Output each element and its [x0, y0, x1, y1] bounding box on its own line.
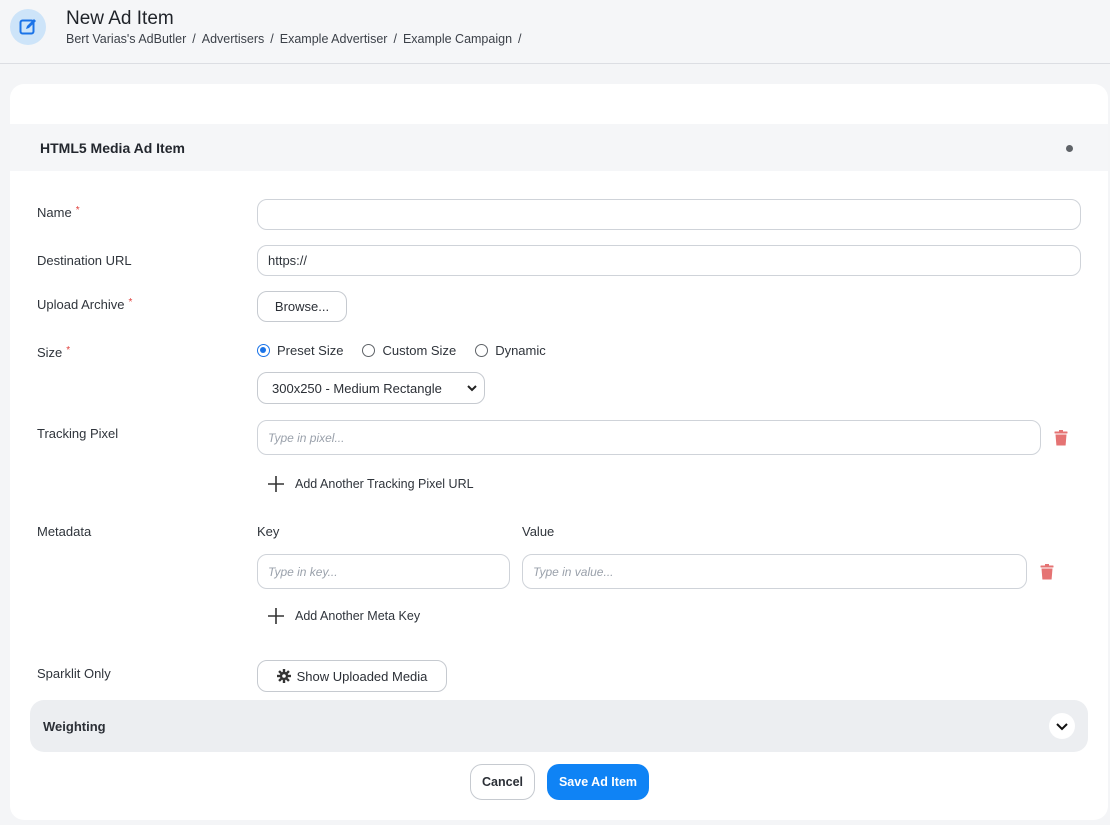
browse-button[interactable]: Browse... — [257, 291, 347, 322]
required-marker: * — [66, 345, 71, 356]
upload-archive-label: Upload Archive * — [37, 297, 133, 312]
radio-dynamic[interactable]: Dynamic — [475, 343, 546, 358]
radio-preset-size[interactable]: Preset Size — [257, 343, 343, 358]
preset-size-value: 300x250 - Medium Rectangle — [272, 380, 442, 396]
edit-icon — [10, 9, 46, 45]
required-marker: * — [75, 205, 80, 216]
metadata-label: Metadata — [37, 524, 92, 539]
plus-icon — [268, 608, 284, 624]
sparklit-only-label: Sparklit Only — [37, 666, 111, 681]
show-uploaded-media-button[interactable]: Show Uploaded Media — [257, 660, 447, 692]
breadcrumb-separator: / — [192, 32, 196, 46]
metadata-key-input[interactable] — [257, 554, 510, 589]
gear-icon — [276, 669, 291, 683]
size-radio-group: Preset Size Custom Size Dynamic — [257, 343, 565, 358]
breadcrumb-item-account[interactable]: Bert Varias's AdButler — [66, 32, 186, 46]
plus-icon — [268, 476, 284, 492]
add-meta-key-link[interactable]: Add Another Meta Key — [267, 607, 420, 625]
radio-checked-icon[interactable] — [257, 344, 270, 357]
destination-url-label: Destination URL — [37, 253, 132, 268]
section-header: HTML5 Media Ad Item — [10, 124, 1108, 171]
radio-unchecked-icon[interactable] — [475, 344, 489, 357]
required-marker: * — [128, 297, 133, 308]
name-label: Name * — [37, 205, 80, 220]
breadcrumb: Bert Varias's AdButler / Advertisers / Examp… — [66, 32, 528, 46]
breadcrumb-item-advertisers[interactable]: Advertisers — [202, 32, 265, 46]
breadcrumb-item-advertiser[interactable]: Example Advertiser — [280, 32, 388, 46]
page-title: New Ad Item — [66, 8, 174, 29]
trash-icon[interactable] — [1040, 564, 1054, 580]
breadcrumb-separator: / — [393, 32, 397, 46]
preset-size-select[interactable]: 300x250 - Medium Rectangle — [257, 372, 485, 404]
metadata-key-header: Key — [257, 524, 280, 539]
size-label: Size * — [37, 345, 71, 360]
breadcrumb-item-campaign[interactable]: Example Campaign — [403, 32, 512, 46]
destination-url-input[interactable] — [257, 245, 1081, 276]
breadcrumb-separator: / — [270, 32, 274, 46]
weighting-label: Weighting — [43, 719, 106, 734]
weighting-expand-button[interactable] — [1049, 713, 1075, 739]
tracking-pixel-label: Tracking Pixel — [37, 426, 119, 441]
breadcrumb-separator: / — [518, 32, 522, 46]
cancel-button[interactable]: Cancel — [470, 764, 535, 800]
trash-icon[interactable] — [1054, 430, 1068, 446]
status-dot-icon — [1066, 145, 1073, 152]
tracking-pixel-input[interactable] — [257, 420, 1041, 455]
weighting-section[interactable]: Weighting — [30, 700, 1088, 752]
save-ad-item-button[interactable]: Save Ad Item — [547, 764, 649, 800]
radio-custom-size[interactable]: Custom Size — [362, 343, 456, 358]
section-title: HTML5 Media Ad Item — [40, 140, 185, 156]
chevron-down-icon — [1056, 723, 1068, 731]
metadata-value-input[interactable] — [522, 554, 1027, 589]
metadata-value-header: Value — [522, 524, 555, 539]
name-input[interactable] — [257, 199, 1081, 230]
ad-item-form-card: HTML5 Media Ad Item Name * Destination UR… — [10, 84, 1108, 820]
radio-unchecked-icon[interactable] — [362, 344, 376, 357]
add-tracking-pixel-link[interactable]: Add Another Tracking Pixel URL — [267, 475, 474, 493]
chevron-down-icon — [467, 385, 477, 392]
page-header: New Ad Item Bert Varias's AdButler / Adver… — [0, 0, 1110, 64]
